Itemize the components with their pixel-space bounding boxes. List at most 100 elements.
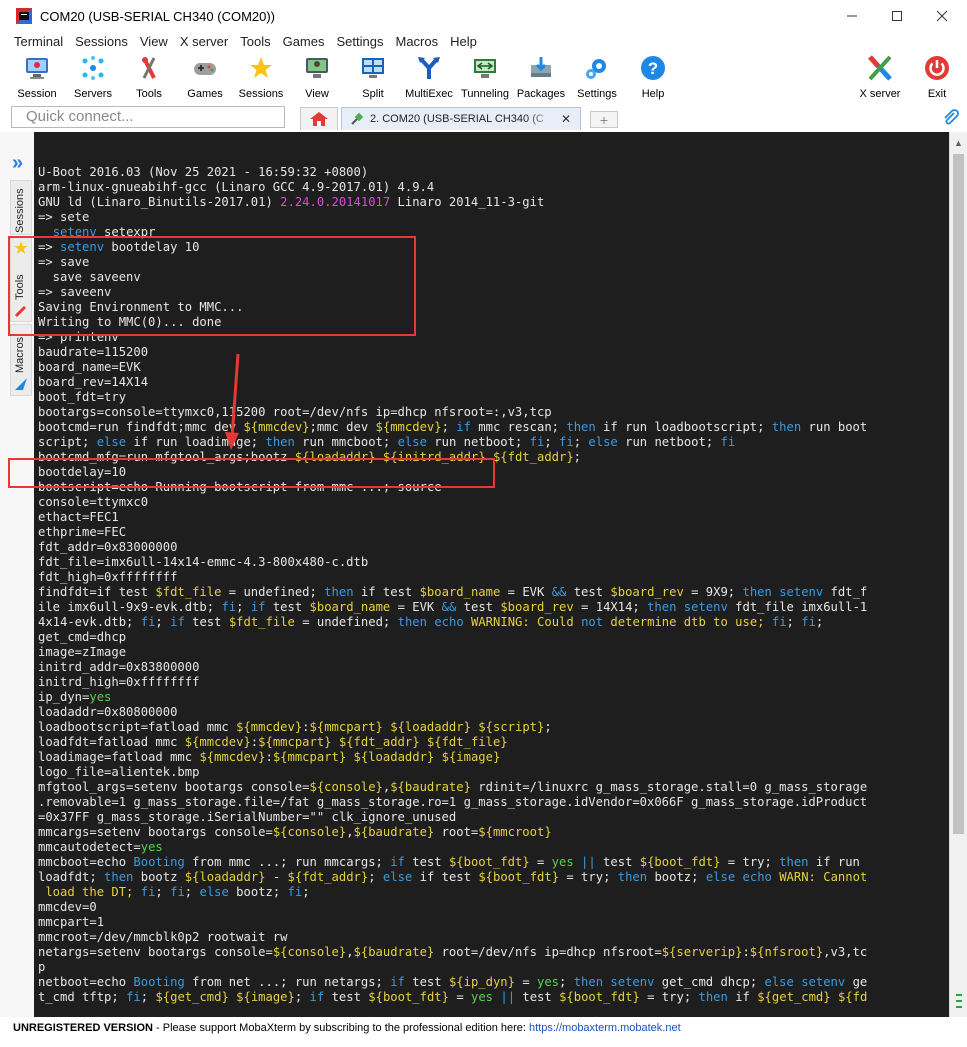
terminal-line: ethprime=FEC: [38, 525, 126, 540]
terminal-text: yes: [551, 855, 574, 869]
terminal-text: WARN: Cannot: [771, 870, 868, 884]
servers-icon: [79, 54, 107, 82]
terminal-text: ${boot_fdt}: [478, 870, 560, 884]
terminal-text: ;: [815, 615, 824, 629]
menu-tools[interactable]: Tools: [234, 34, 276, 49]
session-button[interactable]: Session: [9, 52, 65, 100]
terminal-text: ${mmcpart}: [258, 735, 332, 749]
multiexec-button[interactable]: MultiExec: [401, 52, 457, 100]
view-button[interactable]: View: [289, 52, 345, 100]
terminal-text: ${baudrate}: [353, 945, 435, 959]
terminal-text: echo: [742, 870, 772, 884]
terminal-line: initrd_high=0xffffffff: [38, 675, 199, 690]
sidebar-tab-sessions[interactable]: Sessions: [10, 180, 32, 235]
terminal-line: mmcpart=1: [38, 915, 104, 930]
terminal-line: fdt_addr=0x83000000: [38, 540, 177, 555]
terminal-text: =0x37FF g_mass_storage.iSerialNumber="" …: [38, 810, 457, 824]
terminal-text: initrd_addr=0x83800000: [38, 660, 200, 674]
terminal-text: if: [390, 855, 405, 869]
menu-macros[interactable]: Macros: [389, 34, 444, 49]
scroll-thumb[interactable]: [953, 154, 964, 834]
window-title: COM20 (USB-SERIAL CH340 (COM20)): [40, 8, 276, 24]
paperclip-icon[interactable]: [942, 109, 960, 127]
terminal-line: logo_file=alientek.bmp: [38, 765, 199, 780]
terminal-text: if run: [808, 855, 860, 869]
minimize-button[interactable]: [829, 0, 875, 32]
terminal-text: loadfdt=fatload mmc: [38, 735, 185, 749]
menu-terminal[interactable]: Terminal: [8, 34, 69, 49]
tab-com20[interactable]: 2. COM20 (USB-SERIAL CH340 (C ✕: [341, 107, 581, 130]
terminal-line: t_cmd tftp; fi; ${get_cmd} ${image}; if …: [38, 990, 867, 1005]
terminal-text: yes: [89, 690, 112, 704]
split-button[interactable]: Split: [345, 52, 401, 100]
terminal-line: fdt_high=0xffffffff: [38, 570, 177, 585]
home-tab[interactable]: [300, 107, 338, 130]
terminal-text: ${ip_dyn}: [448, 975, 515, 989]
tunneling-button[interactable]: Tunneling: [457, 52, 513, 100]
terminal-text: ${script}: [478, 720, 545, 734]
x-server-button[interactable]: X server: [852, 52, 908, 100]
sessions-button[interactable]: Sessions: [233, 52, 289, 100]
terminal-text: p: [38, 960, 46, 974]
terminal-text: then: [566, 420, 596, 434]
terminal-text: ||: [581, 855, 596, 869]
scroll-up-icon[interactable]: ▲: [954, 138, 963, 148]
menu-settings[interactable]: Settings: [331, 34, 390, 49]
terminal-text: :: [742, 945, 750, 959]
terminal-text: =: [529, 855, 552, 869]
menu-help[interactable]: Help: [444, 34, 483, 49]
terminal-text: test: [184, 615, 229, 629]
terminal-line: .removable=1 g_mass_storage.file=/fat g_…: [38, 795, 867, 810]
help-button[interactable]: ? Help: [625, 52, 681, 100]
packages-button[interactable]: Packages: [513, 52, 569, 100]
terminal-text: setenv: [683, 600, 728, 614]
servers-button[interactable]: Servers: [65, 52, 121, 100]
annotation-arrow-icon: [225, 353, 240, 450]
terminal-text: from mmc ...; run mmcargs;: [184, 855, 391, 869]
terminal-line: loadbootscript=fatload mmc ${mmcdev}:${m…: [38, 720, 552, 735]
terminal-text: fdt_file=imx6ull-14x14-emmc-4.3-800x480-…: [38, 555, 369, 569]
terminal-text: ;: [236, 600, 251, 614]
terminal-text: 4x14-evk.dtb;: [38, 615, 141, 629]
menu-sessions[interactable]: Sessions: [69, 34, 134, 49]
games-button[interactable]: Games: [177, 52, 233, 100]
close-window-button[interactable]: [919, 0, 965, 32]
terminal-text: setenv: [610, 975, 655, 989]
terminal-text: fi: [140, 615, 156, 629]
terminal-text: ${console}: [272, 825, 347, 839]
settings-button[interactable]: Settings: [569, 52, 625, 100]
menu-x-server[interactable]: X server: [174, 34, 234, 49]
terminal-text: then: [265, 435, 295, 449]
terminal-text: fdt_file imx6ull-1: [727, 600, 868, 614]
terminal-text: setenv: [779, 585, 824, 599]
terminal-text: ${boot_fdt}: [559, 990, 640, 1004]
maximize-button[interactable]: [874, 0, 920, 32]
terminal-text: then: [324, 585, 354, 599]
terminal-text: board_rev=14X14: [38, 375, 149, 389]
power-icon: [923, 54, 951, 82]
new-tab-button[interactable]: +: [590, 111, 618, 128]
tools-button[interactable]: Tools: [121, 52, 177, 100]
terminal-text: mmcautodetect=: [38, 840, 141, 854]
menu-bar: Terminal Sessions View X server Tools Ga…: [0, 31, 967, 51]
terminal-text: ;: [544, 720, 552, 734]
terminal-text: rdinit=/linuxrc g_mass_storage.stall=0 g…: [470, 780, 868, 794]
menu-view[interactable]: View: [134, 34, 174, 49]
terminal-text: fi: [126, 990, 141, 1004]
terminal-text: loadaddr=0x80800000: [38, 705, 178, 719]
terminal-text: ;mmc dev: [309, 420, 376, 434]
quick-connect-input[interactable]: Quick connect...: [11, 106, 285, 128]
terminal-text: initrd_high=0xffffffff: [38, 675, 200, 689]
tab-close-icon[interactable]: ✕: [561, 112, 571, 126]
gamepad-icon: [191, 54, 219, 82]
terminal-text: ${boot_fdt}: [368, 990, 449, 1004]
expand-sidebar-icon[interactable]: »: [12, 152, 23, 175]
menu-games[interactable]: Games: [277, 34, 331, 49]
terminal-line: ip_dyn=yes: [38, 690, 111, 705]
exit-button[interactable]: Exit: [909, 52, 965, 100]
mobaxterm-link[interactable]: https://mobaxterm.mobatek.net: [529, 1022, 681, 1034]
terminal-text: if: [250, 600, 266, 614]
terminal-text: => sete: [38, 210, 90, 224]
terminal-text: test: [404, 855, 449, 869]
terminal-scrollbar[interactable]: ▲: [949, 132, 967, 1017]
